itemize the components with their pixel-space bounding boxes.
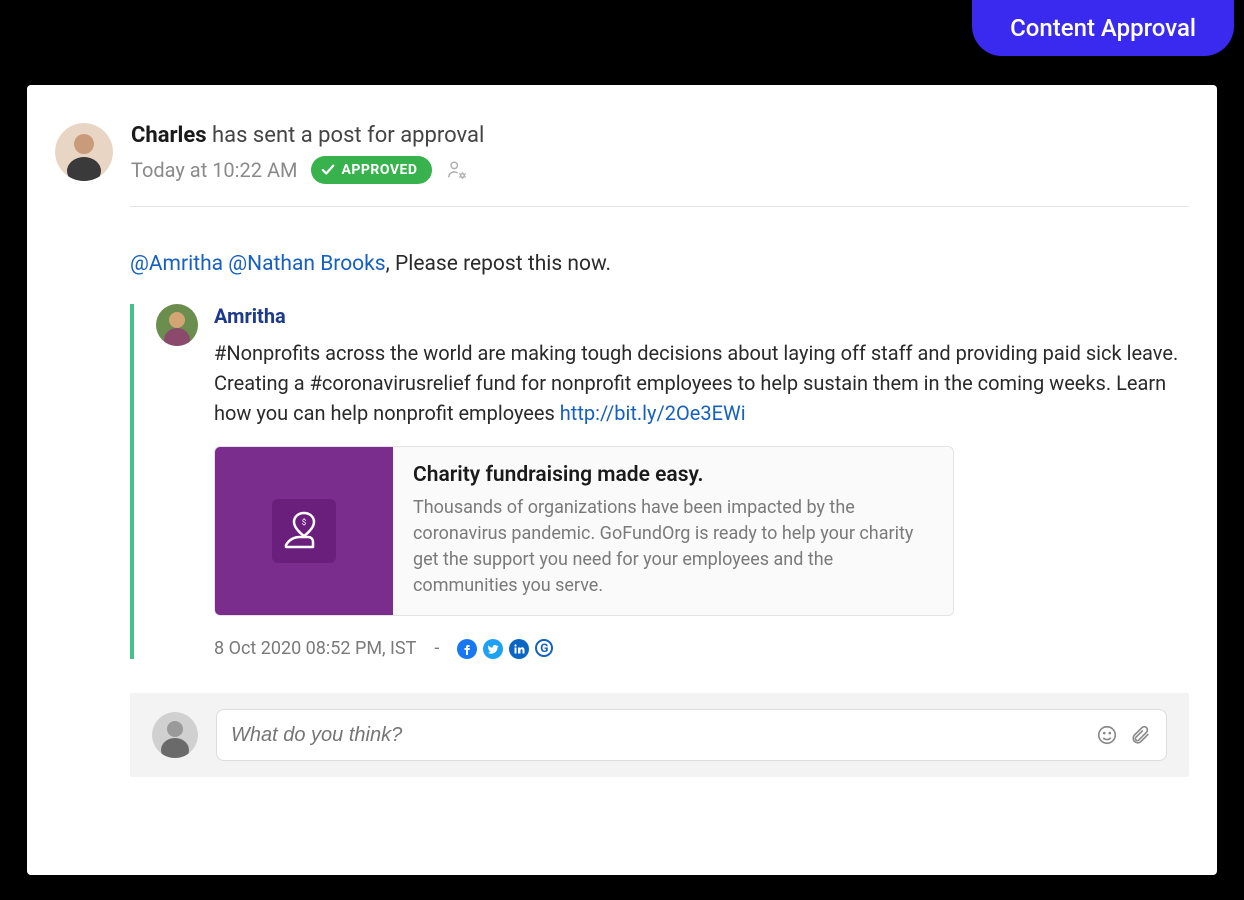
divider — [130, 206, 1189, 207]
approved-label: APPROVED — [341, 162, 417, 178]
header-action: has sent a post for approval — [212, 123, 484, 148]
request-message: @Amritha @Nathan Brooks, Please repost t… — [130, 252, 1189, 276]
commenter-avatar[interactable] — [152, 712, 198, 758]
preview-image: $ — [215, 447, 393, 615]
mention-user-1[interactable]: @Amritha — [130, 252, 223, 276]
google-icon[interactable]: G — [535, 639, 553, 657]
check-icon — [321, 163, 335, 177]
request-rest: , Please repost this now. — [386, 252, 611, 276]
comment-input[interactable] — [231, 724, 1096, 747]
author-avatar[interactable] — [55, 123, 113, 181]
quoted-link[interactable]: http://bit.ly/2Oe3EWi — [560, 401, 746, 425]
author-name: Charles — [131, 123, 207, 148]
post-timestamp: 8 Oct 2020 08:52 PM, IST — [214, 638, 416, 659]
content-approval-badge: Content Approval — [972, 0, 1234, 56]
card-header: Charles has sent a post for approval Tod… — [55, 123, 1189, 184]
comment-bar — [130, 693, 1189, 777]
quoted-post: Amritha #Nonprofits across the world are… — [130, 304, 1189, 659]
header-timestamp: Today at 10:22 AM — [131, 158, 297, 182]
quoted-text: #Nonprofits across the world are making … — [214, 338, 1189, 428]
preview-title: Charity fundraising made easy. — [413, 463, 933, 487]
approval-card: Charles has sent a post for approval Tod… — [27, 85, 1217, 875]
header-title: Charles has sent a post for approval — [131, 123, 1189, 148]
facebook-icon[interactable] — [457, 639, 477, 659]
twitter-icon[interactable] — [483, 639, 503, 659]
post-meta: 8 Oct 2020 08:52 PM, IST - G — [214, 638, 1189, 659]
approved-badge: APPROVED — [311, 156, 431, 184]
emoji-icon[interactable] — [1096, 724, 1118, 746]
user-settings-icon[interactable] — [446, 159, 468, 181]
mention-user-2[interactable]: @Nathan Brooks — [228, 252, 385, 276]
quoted-author-avatar[interactable] — [156, 304, 198, 346]
svg-text:$: $ — [302, 518, 307, 527]
preview-description: Thousands of organizations have been imp… — [413, 495, 933, 599]
meta-separator: - — [434, 638, 439, 659]
link-preview[interactable]: $ Charity fundraising made easy. Thousan… — [214, 446, 954, 616]
linkedin-icon[interactable] — [509, 639, 529, 659]
card-body: @Amritha @Nathan Brooks, Please repost t… — [130, 252, 1189, 777]
comment-input-wrap — [216, 709, 1167, 761]
quoted-author-name[interactable]: Amritha — [214, 304, 1189, 328]
attachment-icon[interactable] — [1130, 724, 1152, 746]
social-icons: G — [457, 639, 553, 659]
